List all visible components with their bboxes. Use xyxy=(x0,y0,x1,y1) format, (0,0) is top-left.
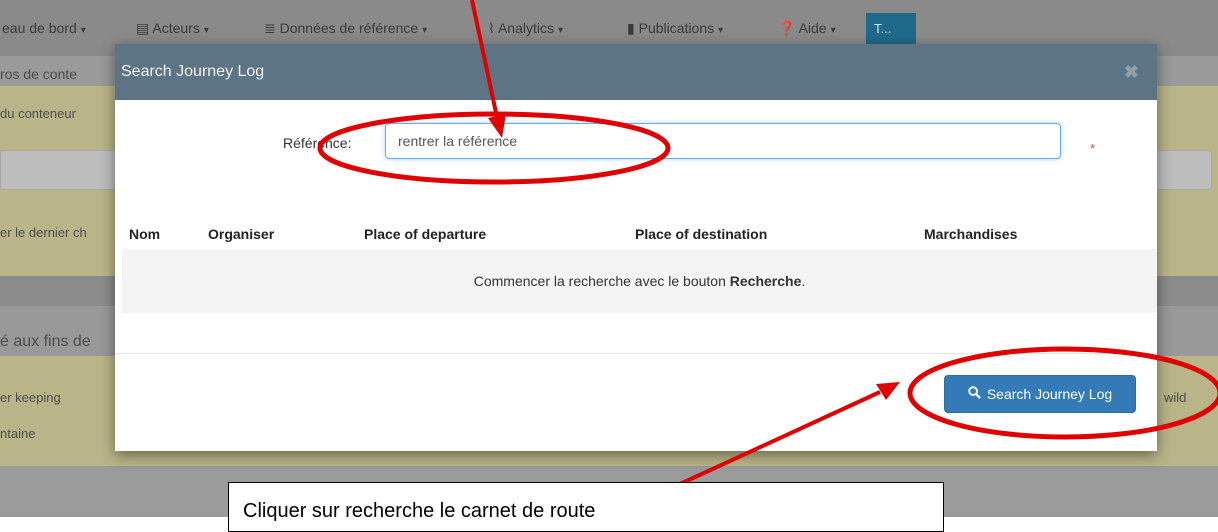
bg-heading-text: ros de conte xyxy=(0,66,78,82)
empty-results-message: Commencer la recherche avec le bouton Re… xyxy=(122,273,1157,289)
callout-text: Cliquer sur recherche le carnet de route xyxy=(243,500,596,522)
nav-label: Publications xyxy=(638,20,715,36)
nav-label: Acteurs xyxy=(152,20,200,36)
bg-section-title: é aux fins de xyxy=(0,333,91,350)
modal-title: Search Journey Log xyxy=(121,63,265,80)
bg-option-text: er keeping xyxy=(0,390,61,405)
search-icon xyxy=(968,386,981,402)
column-header-destination[interactable]: Place of destination xyxy=(635,226,767,242)
bg-option-text: ntaine xyxy=(0,426,36,441)
close-icon[interactable]: ✖ xyxy=(1124,62,1139,83)
book-icon: ▮ xyxy=(627,20,635,36)
nav-label: Analytics xyxy=(497,20,554,36)
caret-down-icon: ▾ xyxy=(422,25,428,36)
column-header-nom[interactable]: Nom xyxy=(129,226,160,242)
column-header-marchandises[interactable]: Marchandises xyxy=(924,226,1017,242)
empty-message-bold: Recherche xyxy=(729,273,802,289)
nav-item-donnees[interactable]: ≣ Données de référence ▾ xyxy=(264,20,427,37)
caret-down-icon: ▾ xyxy=(203,25,209,36)
empty-message-suffix: . xyxy=(801,273,806,289)
empty-results-row: Commencer la recherche avec le bouton Re… xyxy=(122,249,1157,313)
nav-label: eau de bord xyxy=(2,20,77,36)
caret-down-icon: ▾ xyxy=(80,25,86,36)
instruction-callout: Cliquer sur recherche le carnet de route xyxy=(228,482,944,532)
id-card-icon: ▤ xyxy=(136,20,150,36)
bg-option-text: wild xyxy=(1164,390,1187,405)
bg-field-label: er le dernier ch xyxy=(0,225,87,240)
caret-down-icon: ▾ xyxy=(718,25,724,36)
question-circle-icon: ❓ xyxy=(778,20,796,36)
nav-item-dashboard[interactable]: eau de bord ▾ xyxy=(2,20,86,36)
nav-label: Aide xyxy=(798,20,827,36)
line-chart-icon: ⌇ xyxy=(488,20,495,36)
search-journey-log-modal: Search Journey Log ✖ Référence: * Nom Or… xyxy=(115,44,1157,451)
column-header-organiser[interactable]: Organiser xyxy=(208,226,274,242)
reference-label: Référence: xyxy=(283,135,352,151)
reference-input[interactable] xyxy=(385,123,1061,159)
nav-label: Données de référence xyxy=(279,20,419,36)
user-badge[interactable]: T... xyxy=(866,13,916,45)
nav-item-publications[interactable]: ▮ Publications ▾ xyxy=(627,20,723,37)
required-marker: * xyxy=(1090,141,1096,156)
nav-item-analytics[interactable]: ⌇ Analytics ▾ xyxy=(488,20,563,37)
nav-item-acteurs[interactable]: ▤ Acteurs ▾ xyxy=(136,20,209,37)
caret-down-icon: ▾ xyxy=(830,25,836,36)
column-header-departure[interactable]: Place of departure xyxy=(364,226,486,242)
modal-footer-divider xyxy=(115,353,1157,354)
empty-message-text: Commencer la recherche avec le bouton xyxy=(473,273,730,289)
nav-item-aide[interactable]: ❓ Aide ▾ xyxy=(778,20,836,37)
bg-field-label: du conteneur xyxy=(0,106,76,121)
search-journey-log-button[interactable]: Search Journey Log xyxy=(944,375,1136,413)
database-icon: ≣ xyxy=(264,20,276,36)
modal-header: Search Journey Log ✖ xyxy=(115,44,1157,100)
caret-down-icon: ▾ xyxy=(558,25,564,36)
search-button-label: Search Journey Log xyxy=(986,386,1113,402)
